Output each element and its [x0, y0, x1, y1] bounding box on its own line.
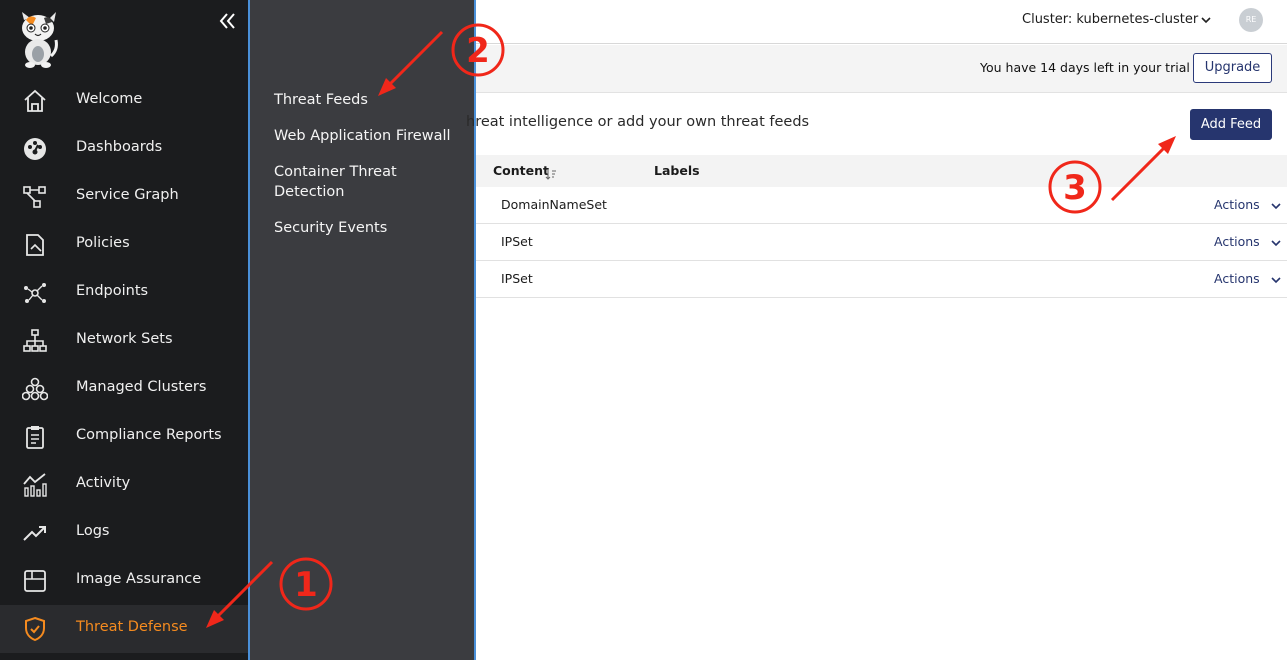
annotation-number-2: 2: [466, 31, 490, 71]
app-root: Welcome Dashboards Service Graph Policie…: [0, 0, 1287, 660]
annotation-number-3: 3: [1063, 168, 1087, 208]
annotation-overlay: 1 2 3: [206, 23, 1176, 628]
annotation-arrow-2: [378, 30, 444, 96]
annotation-number-1: 1: [294, 565, 318, 605]
annotation-arrow-1: [206, 560, 274, 628]
annotation-arrow-3: [1110, 136, 1176, 202]
